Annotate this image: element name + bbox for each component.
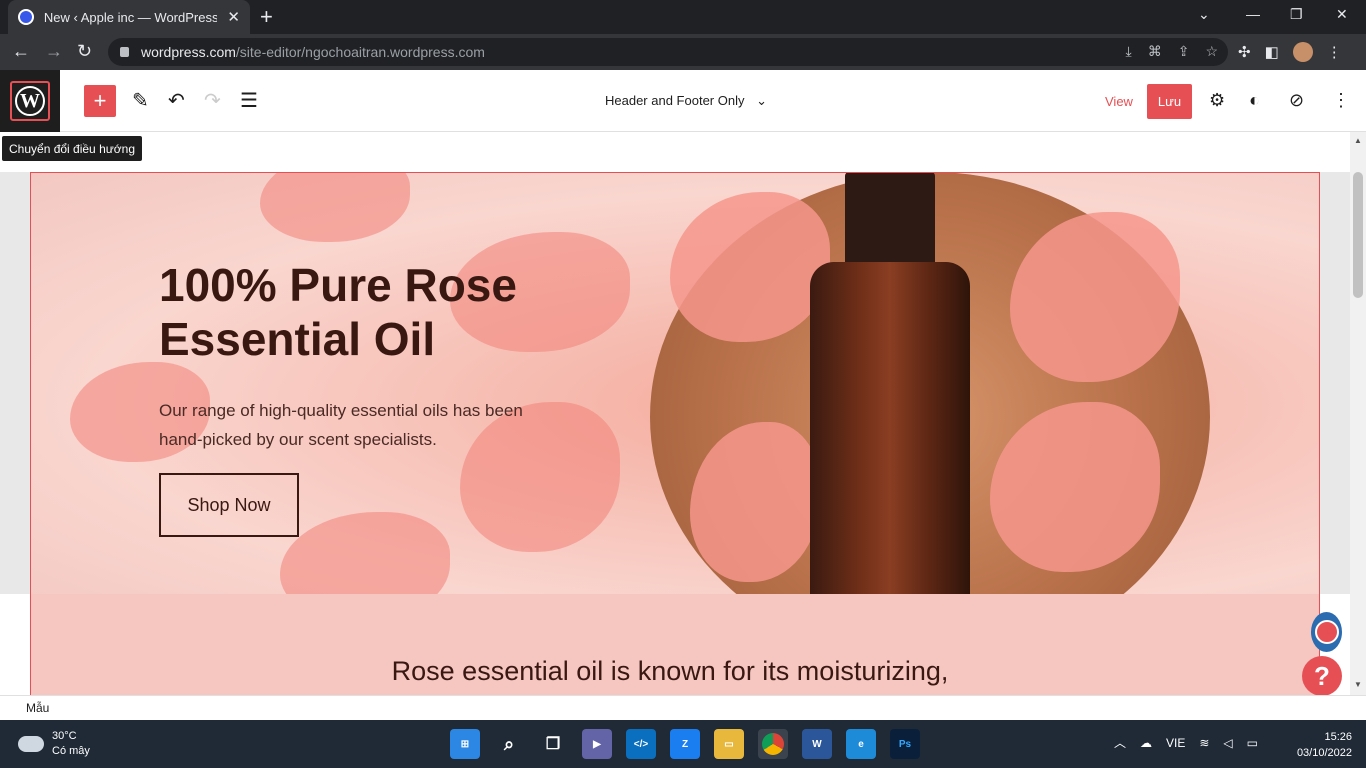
save-button[interactable]: Lưu (1147, 84, 1192, 119)
editor-header: W + ✎ ↶ ↷ ☰ Header and Footer Only ⌄ Vie… (0, 70, 1366, 132)
browser-toolbar: ← → ↻ wordpress.com /site-editor/ngochoa… (0, 34, 1366, 70)
extensions-icon[interactable]: ✣ (1238, 43, 1251, 61)
chrome-menu-icon[interactable]: ⋮ (1327, 43, 1342, 61)
breadcrumb[interactable]: Mẫu (26, 701, 49, 715)
file-explorer-icon[interactable]: ▭ (714, 729, 744, 759)
teams-chat-icon[interactable]: ▶ (582, 729, 612, 759)
weather-condition: Có mây (52, 745, 90, 757)
reload-icon[interactable]: ↻ (77, 41, 92, 62)
site-navigation-toggle[interactable]: W (0, 70, 60, 132)
scroll-thumb[interactable] (1353, 172, 1363, 298)
hero-description[interactable]: Our range of high-quality essential oils… (159, 396, 539, 454)
onedrive-cloud-icon[interactable]: ☁ (1140, 736, 1152, 750)
template-name: Header and Footer Only (605, 93, 745, 108)
clock-time: 15:26 (1324, 731, 1352, 743)
scroll-up-icon[interactable]: ▲ (1354, 136, 1362, 145)
chevron-up-icon[interactable]: ︿ (1114, 734, 1126, 751)
compass-icon[interactable]: ⊘ (1289, 90, 1304, 111)
side-panel-icon[interactable]: ◧ (1265, 43, 1279, 61)
editor-footer: Mẫu (0, 695, 1366, 720)
tab-close-icon[interactable]: ✕ (227, 8, 240, 26)
back-icon[interactable]: ← (12, 41, 30, 62)
wordpress-logo-icon: W (15, 86, 45, 116)
intro-section[interactable]: Rose essential oil is known for its mois… (30, 594, 1320, 695)
install-icon[interactable]: ⤓ (1126, 43, 1132, 60)
url-host: wordpress.com (141, 44, 236, 60)
chevron-down-icon: ⌄ (756, 93, 767, 108)
zalo-icon[interactable]: Z (670, 729, 700, 759)
restore-icon[interactable]: ❐ (1290, 6, 1303, 23)
browser-tab[interactable]: New ‹ Apple inc — WordPress.co ✕ (8, 0, 250, 34)
browser-titlebar: New ‹ Apple inc — WordPress.co ✕ + ⌄ — ❐… (0, 0, 1366, 34)
wifi-icon[interactable]: ≋ (1199, 736, 1209, 750)
translate-icon[interactable]: ⌘ (1148, 43, 1162, 60)
scroll-down-icon[interactable]: ▼ (1354, 680, 1362, 689)
forward-icon[interactable]: → (45, 41, 63, 62)
template-selector[interactable]: Header and Footer Only ⌄ (605, 93, 767, 109)
shop-now-button[interactable]: Shop Now (159, 473, 299, 537)
undo-icon[interactable]: ↶ (168, 88, 185, 113)
close-window-icon[interactable]: ✕ (1336, 6, 1348, 23)
new-tab-icon[interactable]: + (260, 4, 273, 30)
edit-tool-icon[interactable]: ✎ (132, 88, 149, 113)
add-block-button[interactable]: + (84, 85, 116, 117)
photoshop-icon[interactable]: Ps (890, 729, 920, 759)
canvas-scrollbar[interactable]: ▲ ▼ (1350, 132, 1366, 695)
lock-icon[interactable] (120, 47, 129, 57)
essential-oil-bottle (810, 262, 970, 594)
settings-gear-icon[interactable]: ⚙ (1209, 90, 1225, 111)
options-menu-icon[interactable]: ⋮ (1332, 90, 1350, 111)
profile-avatar[interactable] (1292, 42, 1313, 62)
volume-icon[interactable]: ◁ (1223, 736, 1232, 750)
weather-widget[interactable]: 30°C Có mây (18, 729, 90, 759)
editor-canvas[interactable]: 100% Pure Rose Essential Oil Our range o… (0, 132, 1350, 695)
language-indicator[interactable]: VIE (1166, 736, 1185, 750)
petal-decoration (260, 172, 410, 242)
hero-cover-block[interactable]: 100% Pure Rose Essential Oil Our range o… (30, 172, 1320, 594)
clock-date: 03/10/2022 (1296, 747, 1352, 759)
taskbar-clock[interactable]: 15:26 03/10/2022 (1290, 729, 1352, 761)
bookmark-star-icon[interactable]: ☆ (1205, 43, 1218, 60)
windows-start-icon[interactable]: ⊞ (450, 729, 480, 759)
navigation-tooltip: Chuyển đổi điều hướng (2, 136, 142, 161)
system-tray: ︿ ☁ VIE ≋ ◁ ▭ (1114, 734, 1258, 751)
temperature: 30°C (52, 730, 77, 742)
task-view-icon[interactable]: ❐ (538, 729, 568, 759)
bottle-cap (845, 172, 935, 267)
battery-icon[interactable]: ▭ (1247, 736, 1258, 750)
vscode-icon[interactable]: </> (626, 729, 656, 759)
intro-text[interactable]: Rose essential oil is known for its mois… (30, 656, 1310, 687)
help-button[interactable]: ? (1302, 656, 1342, 696)
share-icon[interactable]: ⇪ (1178, 43, 1190, 60)
url-path: /site-editor/ngochoaitran.wordpress.com (235, 44, 485, 60)
address-bar[interactable]: wordpress.com /site-editor/ngochoaitran.… (108, 38, 1228, 66)
list-view-icon[interactable]: ☰ (240, 88, 258, 113)
petal-decoration (280, 512, 450, 594)
styles-contrast-icon[interactable]: ◐ (1249, 90, 1260, 111)
hero-heading[interactable]: 100% Pure Rose Essential Oil (159, 258, 579, 366)
chat-widget-icon[interactable] (1311, 612, 1342, 652)
cloud-icon (18, 736, 44, 752)
edge-icon[interactable]: e (846, 729, 876, 759)
view-button[interactable]: View (1105, 94, 1133, 109)
tab-title: New ‹ Apple inc — WordPress.co (43, 9, 218, 25)
chrome-icon[interactable] (758, 729, 788, 759)
word-icon[interactable]: W (802, 729, 832, 759)
windows-taskbar: 30°C Có mây ⊞ ⌕ ❐ ▶ </> Z ▭ W e Ps ︿ ☁ V… (0, 720, 1366, 768)
redo-icon[interactable]: ↷ (204, 88, 221, 113)
wordpress-favicon-icon (18, 9, 34, 25)
search-icon[interactable]: ⌕ (494, 729, 524, 759)
minimize-icon[interactable]: — (1246, 6, 1260, 22)
tab-search-icon[interactable]: ⌄ (1198, 6, 1210, 23)
